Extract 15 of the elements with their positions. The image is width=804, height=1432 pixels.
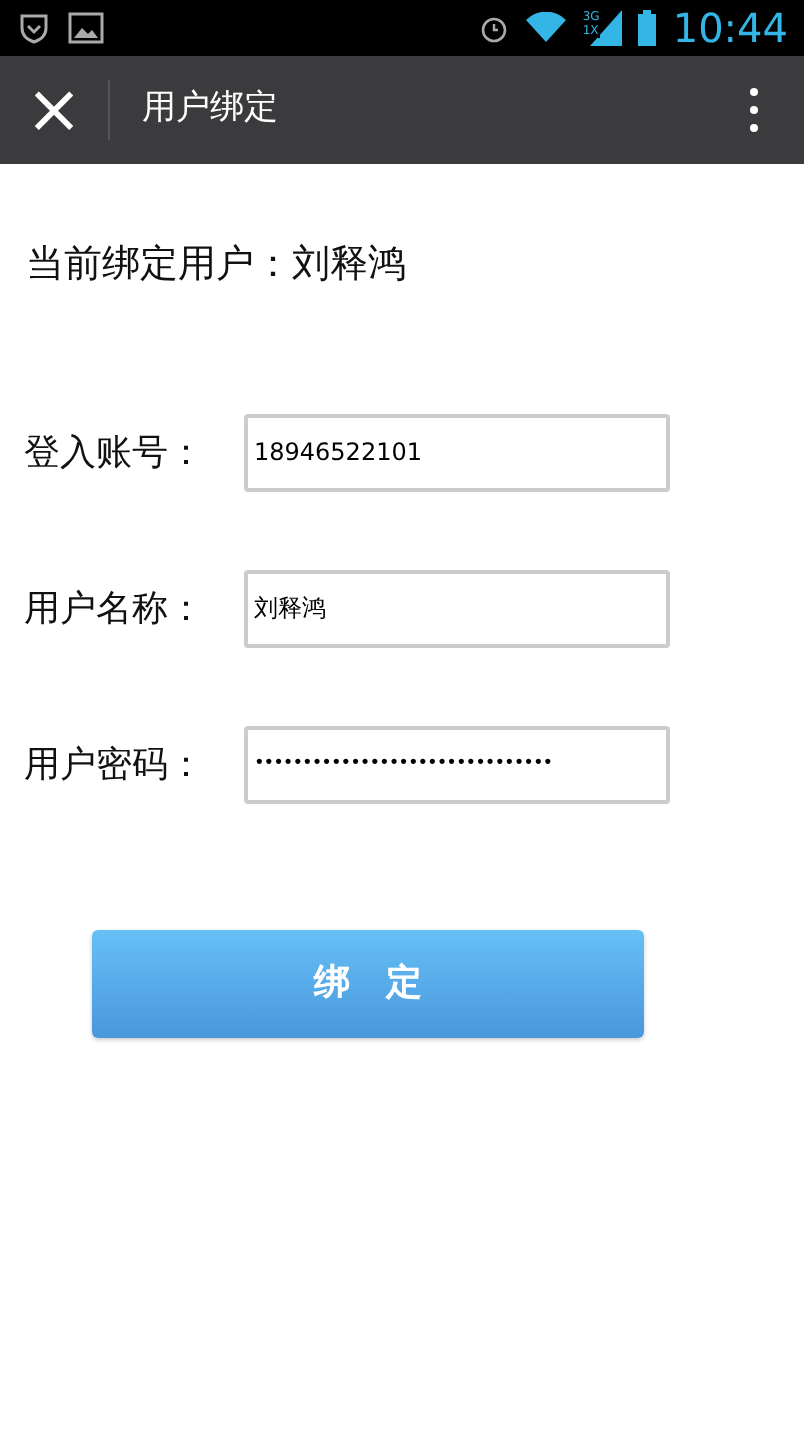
close-button[interactable]: × xyxy=(0,56,108,164)
input-field[interactable]: ••••••••••••••••••••••••••••••• xyxy=(244,725,670,803)
image-icon xyxy=(68,12,104,44)
field-label: 用户密码： xyxy=(24,741,206,789)
shield-icon xyxy=(16,10,52,46)
battery-icon xyxy=(638,10,657,46)
input-field[interactable]: 18946522101 xyxy=(244,413,670,491)
page-title: 用户绑定 xyxy=(142,86,278,133)
field-label: 用户名称： xyxy=(24,585,206,633)
input-field[interactable]: 刘释鸿 xyxy=(244,569,670,647)
alarm-icon xyxy=(478,12,511,44)
current-user-text: 当前绑定用户：刘释鸿 xyxy=(26,240,408,290)
clock-time: 10:44 xyxy=(672,8,788,48)
wifi-icon xyxy=(526,12,567,44)
field-label: 登入账号： xyxy=(24,429,206,477)
